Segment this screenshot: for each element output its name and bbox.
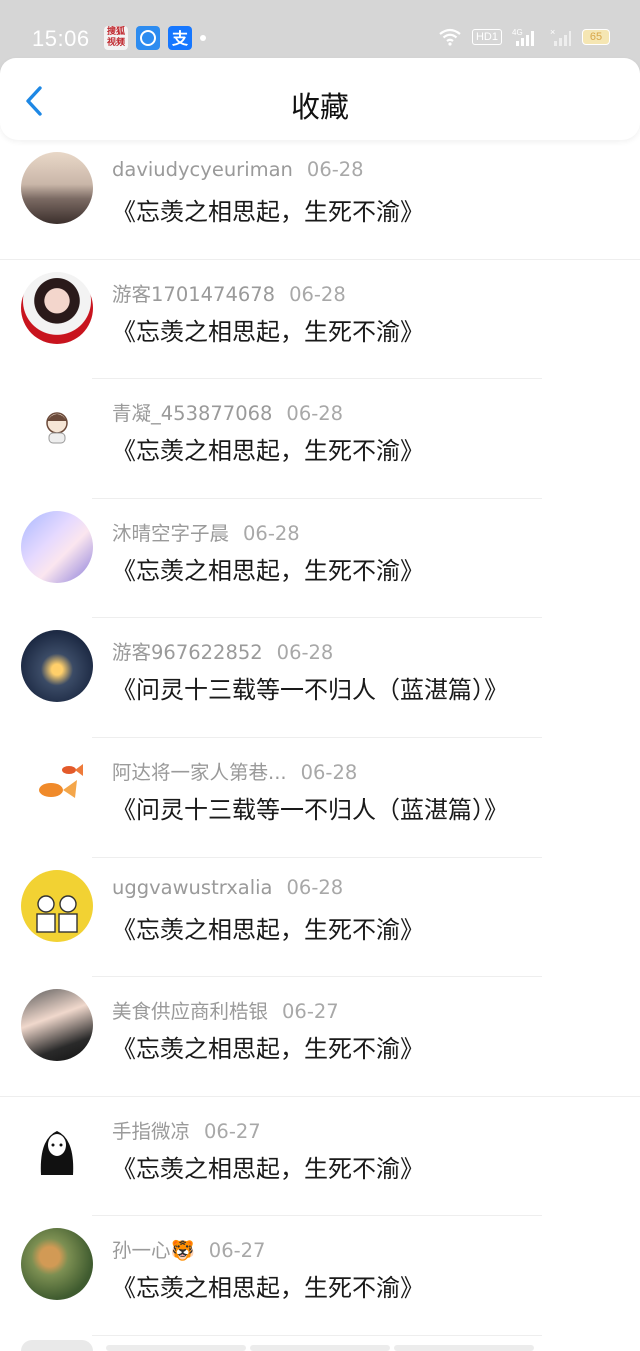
work-title: 《忘羡之相思起，生死不渝》 bbox=[112, 1035, 424, 1064]
list-item[interactable]: 游客967622852 06-28 《问灵十三载等一不归人（蓝湛篇）》 bbox=[0, 618, 640, 738]
status-time: 15:06 bbox=[32, 26, 90, 51]
list-item[interactable]: 游客1701474678 06-28 《忘羡之相思起，生死不渝》 bbox=[0, 260, 640, 380]
date: 06-28 bbox=[276, 641, 334, 665]
placeholder-bar bbox=[250, 1345, 390, 1351]
avatar bbox=[21, 989, 93, 1062]
work-title: 《忘羡之相思起，生死不渝》 bbox=[112, 915, 424, 944]
date: 06-28 bbox=[286, 875, 344, 899]
top-nav-bar: 收藏 bbox=[0, 58, 640, 140]
notification-apps: 搜狐 视频 支 bbox=[104, 26, 206, 50]
avatar bbox=[21, 510, 93, 583]
avatar bbox=[21, 152, 93, 224]
cartoon-avatar-icon bbox=[46, 412, 68, 444]
status-indicators: HD1 4G × 65 bbox=[438, 27, 610, 47]
placeholder-bar bbox=[106, 1345, 246, 1351]
avatar bbox=[21, 630, 93, 703]
date: 06-28 bbox=[289, 282, 346, 306]
battery-icon: 65 bbox=[582, 29, 610, 45]
svg-text:4G: 4G bbox=[512, 28, 523, 37]
avatar bbox=[21, 1340, 93, 1351]
page-title: 收藏 bbox=[290, 90, 349, 124]
work-title: 《问灵十三载等一不归人（蓝湛篇）》 bbox=[112, 676, 508, 705]
list-item[interactable]: daviudycyeuriman 06-28 《忘羡之相思起，生死不渝》 bbox=[0, 140, 640, 260]
list-item[interactable]: 孙一心🐯 06-27 《忘羡之相思起，生死不渝》 bbox=[0, 1216, 640, 1336]
avatar bbox=[21, 271, 93, 344]
username: 手指微凉 bbox=[112, 1119, 191, 1143]
hd-voice-badge: HD1 bbox=[471, 29, 502, 45]
username: 沐晴空字子晨 bbox=[112, 521, 230, 545]
username: 美食供应商利梏银 bbox=[112, 1000, 269, 1024]
goldfish-avatar-icon bbox=[39, 763, 83, 798]
avatar bbox=[21, 1228, 93, 1301]
work-title: 《忘羡之相思起，生死不渝》 bbox=[112, 437, 424, 466]
work-title: 《问灵十三载等一不归人（蓝湛篇）》 bbox=[112, 795, 508, 824]
work-title: 《忘羡之相思起，生死不渝》 bbox=[112, 1274, 424, 1303]
username: 游客1701474678 bbox=[112, 282, 276, 306]
work-title: 《忘羡之相思起，生死不渝》 bbox=[112, 556, 424, 585]
more-notifications-dot bbox=[200, 35, 206, 41]
signal-4g-icon: 4G bbox=[512, 28, 534, 46]
avatar bbox=[21, 869, 93, 942]
sohu-video-icon: 搜狐 视频 bbox=[104, 26, 128, 50]
username: daviudycyeuriman bbox=[112, 158, 293, 181]
list-item[interactable]: uggvawustrxalia 06-28 《忘羡之相思起，生死不渝》 bbox=[0, 858, 640, 978]
username: uggvawustrxalia bbox=[112, 875, 273, 899]
username: 阿达将一家人第巷... bbox=[112, 760, 287, 784]
date: 06-28 bbox=[300, 760, 358, 784]
alipay-icon: 支 bbox=[168, 26, 192, 50]
avatar bbox=[21, 749, 93, 822]
username: 游客967622852 bbox=[112, 641, 263, 665]
wifi-icon bbox=[439, 28, 461, 46]
date: 06-27 bbox=[282, 1000, 339, 1024]
cartoon-couple-avatar-icon bbox=[36, 894, 78, 933]
date: 06-28 bbox=[243, 521, 300, 545]
username: 孙一心🐯 bbox=[112, 1239, 195, 1263]
signal-no-sim-icon: × bbox=[550, 27, 571, 46]
username: 青凝_453877068 bbox=[112, 402, 273, 426]
date: 06-27 bbox=[208, 1239, 266, 1263]
list-item[interactable]: 沐晴空字子晨 06-28 《忘羡之相思起，生死不渝》 bbox=[0, 499, 640, 619]
anime-girl-avatar-icon bbox=[40, 1130, 74, 1175]
avatar bbox=[21, 391, 93, 464]
favorites-list: daviudycyeuriman 06-28 《忘羡之相思起，生死不渝》 游客17… bbox=[0, 140, 640, 1336]
work-title: 《忘羡之相思起，生死不渝》 bbox=[112, 198, 424, 226]
work-title: 《忘羡之相思起，生死不渝》 bbox=[112, 317, 424, 346]
list-item[interactable]: 青凝_453877068 06-28 《忘羡之相思起，生死不渝》 bbox=[0, 379, 640, 499]
svg-text:×: × bbox=[550, 27, 555, 37]
next-list-item-peek bbox=[0, 1340, 640, 1351]
qq-browser-icon bbox=[136, 26, 160, 50]
avatar bbox=[21, 1108, 93, 1181]
date: 06-28 bbox=[306, 158, 364, 181]
date: 06-28 bbox=[286, 402, 344, 426]
date: 06-27 bbox=[204, 1119, 261, 1143]
work-title: 《忘羡之相思起，生死不渝》 bbox=[112, 1154, 424, 1183]
list-item[interactable]: 阿达将一家人第巷... 06-28 《问灵十三载等一不归人（蓝湛篇）》 bbox=[0, 738, 640, 858]
list-item[interactable]: 手指微凉 06-27 《忘羡之相思起，生死不渝》 bbox=[0, 1097, 640, 1217]
placeholder-bar bbox=[394, 1345, 534, 1351]
list-item[interactable]: 美食供应商利梏银 06-27 《忘羡之相思起，生死不渝》 bbox=[0, 977, 640, 1097]
